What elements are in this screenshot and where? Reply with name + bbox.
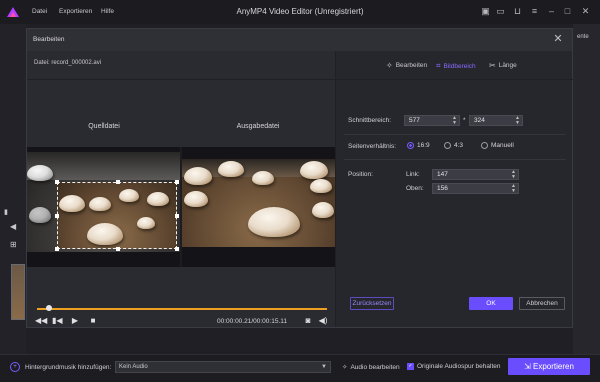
preview-pane: Datei: record_000002.avi Quelldatei Ausg… [27,51,335,327]
media-sidebar: ▮ ◀ ⊞ [0,24,26,354]
dialog-title: Bearbeiten [33,36,65,43]
aspect-16-9-radio[interactable]: 16:9 [407,142,430,149]
radio-dot [407,142,414,149]
file-name: Datei: record_000002.avi [34,60,102,66]
position-label: Position: [348,171,373,178]
top-offset-label: Oben: [406,185,424,192]
minimize-icon[interactable]: – [546,6,557,17]
time-code: 00:00:00.21/00:00:15.11 [217,318,287,325]
radio-dot [444,142,451,149]
lock-icon[interactable]: ▮ [4,208,12,216]
crop-handle[interactable] [175,180,179,184]
add-music-icon[interactable]: + [10,362,20,372]
radio-dot [481,142,488,149]
crop-handle[interactable] [55,180,59,184]
stop-icon[interactable]: ■ [88,316,98,326]
export-button[interactable]: ⇲ Exportieren [508,358,590,375]
top-offset-field[interactable]: 156 ▲ ▼ [432,183,519,194]
audio-select[interactable]: Kein Audio ▼ [115,361,331,373]
export-icon: ⇲ [524,362,533,371]
reset-button[interactable]: Zurücksetzen [350,297,394,310]
divider [27,79,335,80]
crop-area-label: Schnittbereich: [348,117,391,124]
stepper-icon[interactable]: ▲ ▼ [452,116,457,126]
output-preview [182,147,335,267]
side-panel: ente [573,24,600,354]
ok-button[interactable]: OK [469,297,513,310]
crop-handle[interactable] [116,247,120,251]
side-panel-tab[interactable]: ente [577,34,589,40]
chevron-down-icon: ▼ [321,364,327,370]
step-back-icon[interactable]: ▮◀ [52,316,63,326]
audio-edit-button[interactable]: ✧ Audio bearbeiten [342,363,400,372]
edit-dialog: Bearbeiten ✕ Datei: record_000002.avi Qu… [26,28,573,328]
crop-icon: ⌗ [436,61,441,70]
stepper-icon[interactable]: ▲ ▼ [511,184,516,194]
crop-separator: * [463,117,466,124]
play-icon[interactable]: ▶ [70,316,80,326]
left-offset-label: Link: [406,171,420,178]
divider [336,79,573,80]
checkbox-checked-icon: ✓ [407,363,414,370]
crop-handle[interactable] [175,247,179,251]
title-bar: Datei Exportieren Hilfe AnyMP4 Video Edi… [0,0,600,24]
aspect-4-3-radio[interactable]: 4:3 [444,142,463,149]
close-window-icon[interactable]: ✕ [580,6,591,17]
divider [344,159,566,160]
stepper-icon[interactable]: ▲ ▼ [515,116,520,126]
tab-laenge[interactable]: ✂ Länge [489,61,517,70]
divider [344,134,566,135]
output-label: Ausgabedatei [236,123,280,130]
crop-handle[interactable] [116,180,120,184]
timeline-bar[interactable] [37,308,327,310]
aspect-manual-radio[interactable]: Manuell [481,142,514,149]
volume-icon[interactable]: ◀) [318,316,328,326]
rewind-icon[interactable]: ◀◀ [35,316,47,326]
app-window: Datei Exportieren Hilfe AnyMP4 Video Edi… [0,0,600,382]
aspect-ratio-label: Seitenverhältnis: [348,143,397,150]
menu-icon[interactable]: ≡ [529,6,540,17]
maximize-icon[interactable]: □ [562,6,573,17]
save-icon[interactable]: ▣ [480,6,491,17]
stepper-icon[interactable]: ▲ ▼ [511,170,516,180]
tab-bildbereich[interactable]: ⌗ Bildbereich [436,61,476,71]
add-folder-icon[interactable]: ⊞ [10,240,20,250]
cancel-button[interactable]: Abbrechen [519,297,565,310]
dialog-header: Bearbeiten ✕ [27,29,572,51]
close-icon[interactable]: ✕ [552,33,564,45]
crop-height-field[interactable]: 324 ▲ ▼ [469,115,523,126]
crop-box[interactable] [55,180,179,251]
rewind-icon[interactable]: ◀ [10,222,20,232]
tab-bearbeiten[interactable]: ✧ Bearbeiten [386,61,427,70]
settings-pane: ✧ Bearbeiten ⌗ Bildbereich ✂ Länge Schni… [335,51,573,327]
snapshot-icon[interactable]: ◙ [303,316,313,326]
crop-width-field[interactable]: 577 ▲ ▼ [404,115,460,126]
source-preview[interactable] [27,147,180,267]
scissors-icon: ✂ [489,61,496,70]
crop-handle[interactable] [175,214,179,218]
background-music-label: Hintergrundmusik hinzufügen: [25,364,112,371]
cart-icon[interactable]: ⊔ [512,6,523,17]
timeline-playhead[interactable] [45,305,52,311]
keep-audio-checkbox[interactable]: ✓ Originale Audiospur behalten [407,363,500,370]
magic-wand-icon: ✧ [386,61,393,70]
preview-area [27,147,335,267]
crop-handle[interactable] [55,214,59,218]
folder-icon[interactable]: ▭ [495,6,506,17]
source-label: Quelldatei [88,123,120,130]
crop-handle[interactable] [55,247,59,251]
clip-thumbnail[interactable] [11,264,25,320]
magic-wand-icon: ✧ [342,364,348,371]
left-offset-field[interactable]: 147 ▲ ▼ [432,169,519,180]
window-title: AnyMP4 Video Editor (Unregistriert) [236,7,364,16]
